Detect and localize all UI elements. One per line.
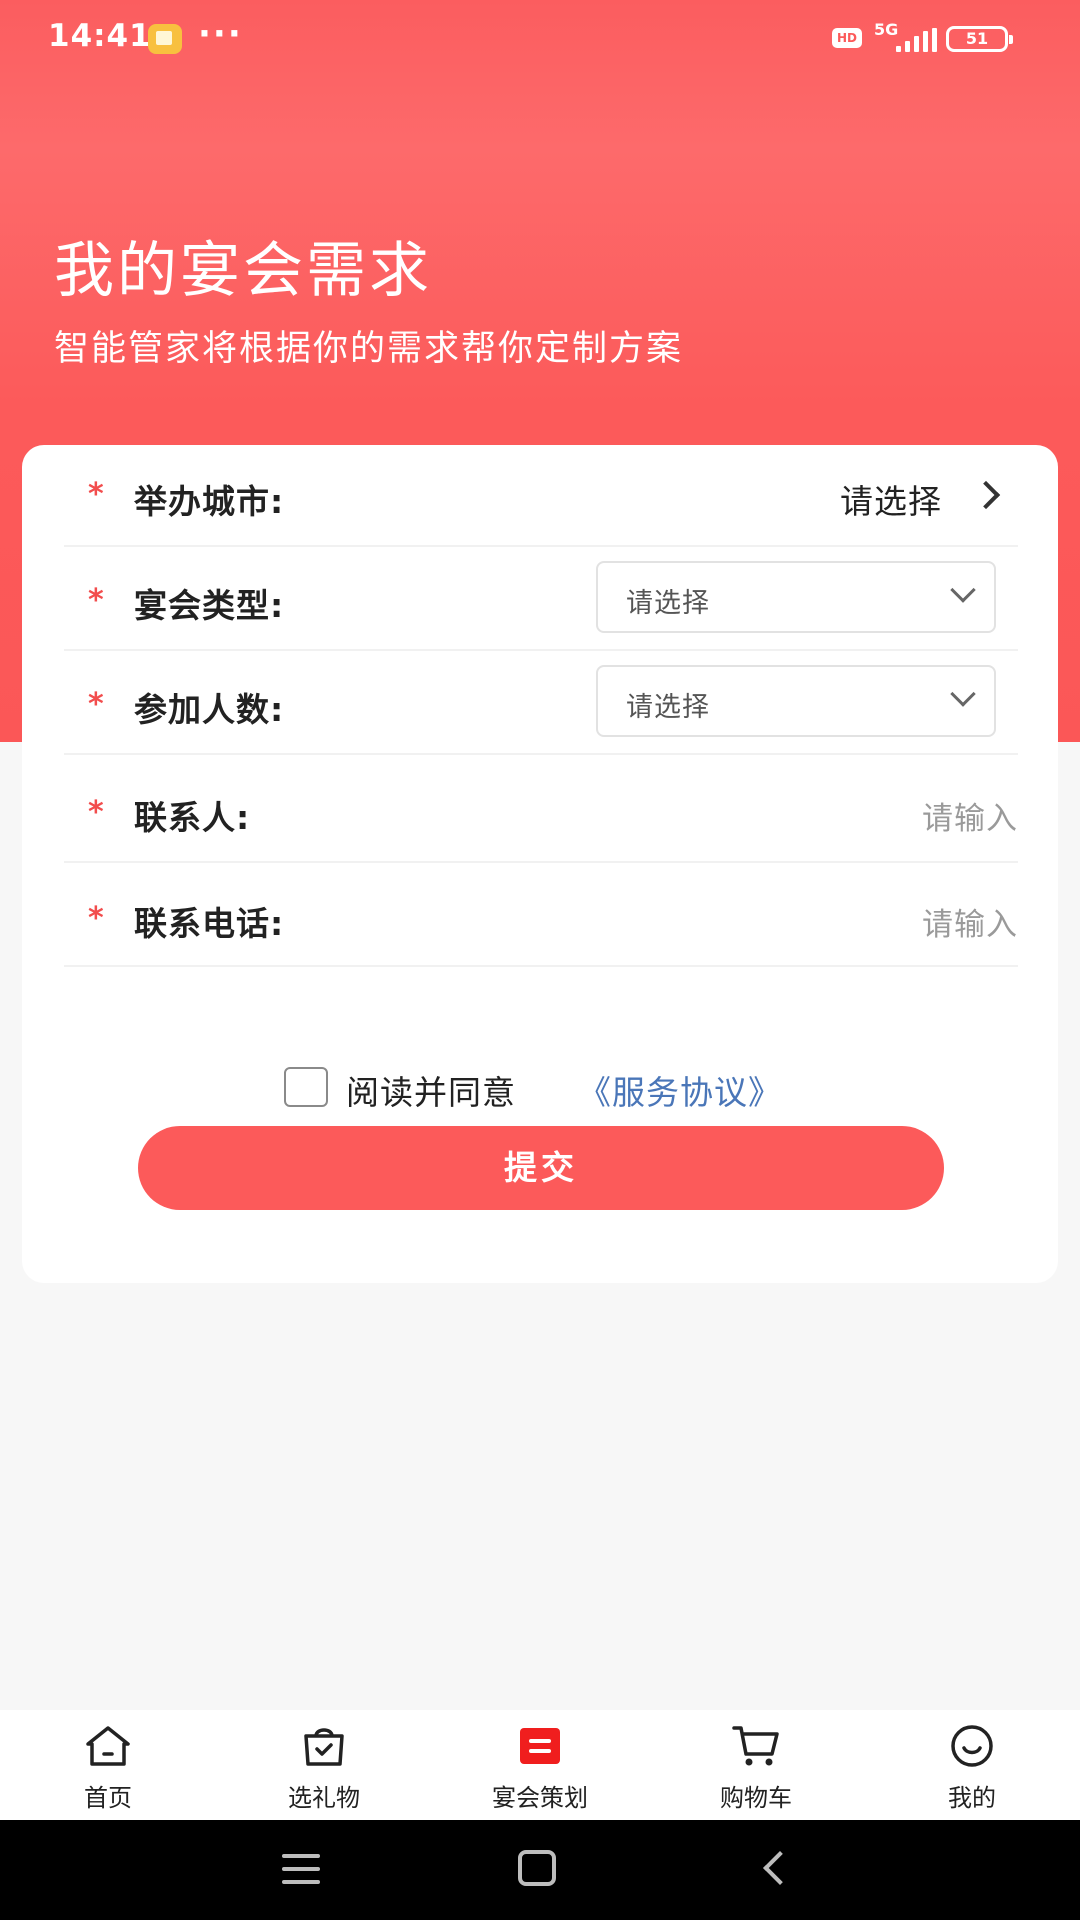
banquet-type-placeholder: 请选择 (626, 588, 710, 619)
gift-bag-icon (304, 1728, 344, 1766)
cart-icon (732, 1726, 779, 1766)
required-mark: * (88, 901, 104, 936)
tab-label-mine: 我的 (948, 1784, 996, 1812)
phone-label: 联系电话: (134, 904, 285, 943)
city-select-value[interactable]: 请选择 (840, 475, 942, 523)
tab-label-gifts: 选礼物 (288, 1784, 360, 1812)
form-row-city[interactable]: * 举办城市: 请选择 (64, 445, 1018, 547)
agreement-text: 阅读并同意 (346, 1073, 516, 1112)
back-icon[interactable] (763, 1851, 797, 1885)
gallery-notification-icon (148, 24, 182, 54)
status-time: 14:41 (48, 18, 152, 54)
page-title: 我的宴会需求 (54, 236, 432, 306)
required-mark: * (88, 477, 104, 512)
service-agreement-link[interactable]: 《服务协议》 (578, 1066, 782, 1114)
battery-icon: 51 (946, 26, 1013, 52)
banquet-plan-icon (520, 1728, 560, 1764)
bottom-tab-bar: 首页 选礼物 宴会策划 购物车 我的 (0, 1710, 1080, 1820)
hd-badge: HD (832, 28, 862, 48)
tab-cart[interactable]: 购物车 (656, 1710, 856, 1820)
home-button-icon[interactable] (518, 1850, 556, 1886)
contact-input[interactable]: 请输入 (922, 793, 1018, 838)
agreement-checkbox[interactable] (284, 1067, 328, 1107)
chevron-right-icon (971, 480, 1001, 510)
required-mark: * (88, 583, 104, 618)
tab-label-banquet-plan: 宴会策划 (492, 1784, 588, 1812)
form-row-contact: * 联系人: 请输入 (64, 755, 1018, 863)
guest-count-select[interactable]: 请选择 (596, 665, 996, 737)
home-icon (86, 1726, 130, 1766)
signal-icon (896, 28, 937, 52)
tab-mine[interactable]: 我的 (872, 1710, 1072, 1820)
chevron-down-icon (950, 681, 976, 707)
contact-label: 联系人: (134, 798, 251, 837)
form-row-guest-count: * 参加人数: 请选择 (64, 651, 1018, 755)
guest-count-label: 参加人数: (134, 690, 285, 729)
agreement-row: 阅读并同意 《服务协议》 (284, 1066, 804, 1112)
tab-label-home: 首页 (84, 1784, 132, 1812)
page-subtitle: 智能管家将根据你的需求帮你定制方案 (54, 329, 684, 369)
network-type: 5G (874, 20, 899, 39)
city-label: 举办城市: (134, 482, 285, 521)
required-mark: * (88, 795, 104, 830)
chevron-down-icon (950, 577, 976, 603)
tab-home[interactable]: 首页 (8, 1710, 208, 1820)
submit-button[interactable]: 提交 (138, 1126, 944, 1210)
more-notifications-icon: ··· (198, 14, 243, 54)
recent-apps-icon[interactable] (282, 1854, 320, 1884)
form-row-banquet-type: * 宴会类型: 请选择 (64, 547, 1018, 651)
form-row-phone: * 联系电话: 请输入 (64, 863, 1018, 967)
system-nav-bar (0, 1820, 1080, 1920)
profile-smile-icon (951, 1725, 993, 1767)
tab-banquet-plan[interactable]: 宴会策划 (440, 1710, 640, 1820)
guest-count-placeholder: 请选择 (626, 692, 710, 723)
tab-label-cart: 购物车 (720, 1784, 792, 1812)
phone-input[interactable]: 请输入 (922, 899, 1018, 944)
banquet-type-select[interactable]: 请选择 (596, 561, 996, 633)
banquet-type-label: 宴会类型: (134, 586, 285, 625)
status-bar: 14:41 ··· HD 5G 51 (0, 0, 1080, 80)
required-mark: * (88, 687, 104, 722)
tab-gifts[interactable]: 选礼物 (224, 1710, 424, 1820)
